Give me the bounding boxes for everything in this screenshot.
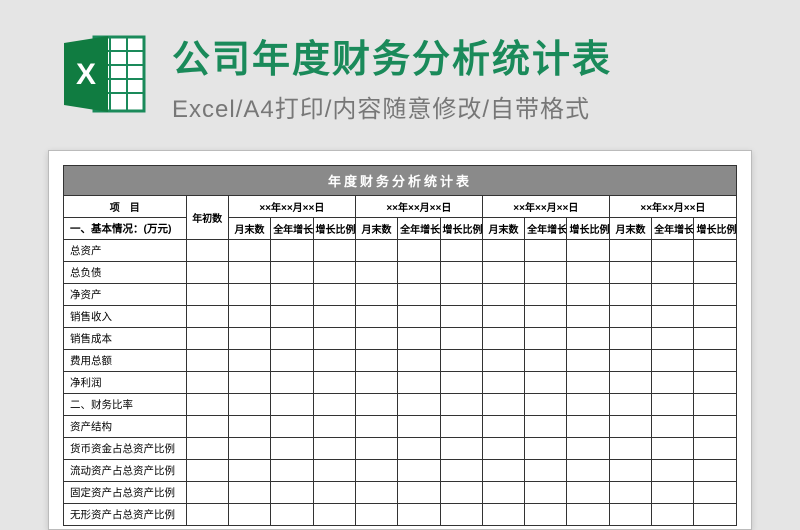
col-growth-4: 增长比例 bbox=[694, 218, 737, 240]
table-row: 净资产 bbox=[64, 284, 737, 306]
row-label: 净利润 bbox=[64, 372, 187, 394]
excel-icon: X bbox=[60, 29, 150, 124]
col-period-4: ××年××月××日 bbox=[609, 196, 736, 218]
col-yearinc-1: 全年增长额 bbox=[271, 218, 313, 240]
row-label: 流动资产占总资产比例 bbox=[64, 460, 187, 482]
main-title: 公司年度财务分析统计表 bbox=[172, 28, 612, 83]
table-row: 销售收入 bbox=[64, 306, 737, 328]
row-label: 净资产 bbox=[64, 284, 187, 306]
col-year-start: 年初数 bbox=[186, 196, 228, 240]
row-label: 二、财务比率 bbox=[64, 394, 187, 416]
col-yearinc-4: 全年增长额 bbox=[652, 218, 694, 240]
table-row: 总负债 bbox=[64, 262, 737, 284]
table-row: 费用总额 bbox=[64, 350, 737, 372]
spreadsheet-preview: 年度财务分析统计表 项 目 年初数 ××年××月××日 ××年××月××日 ××… bbox=[48, 150, 752, 530]
col-growth-1: 增长比例 bbox=[313, 218, 355, 240]
row-label: 总资产 bbox=[64, 240, 187, 262]
table-row: 固定资产占总资产比例 bbox=[64, 482, 737, 504]
col-growth-3: 增长比例 bbox=[567, 218, 609, 240]
col-growth-2: 增长比例 bbox=[440, 218, 482, 240]
table-row: 二、财务比率 bbox=[64, 394, 737, 416]
row-label: 总负债 bbox=[64, 262, 187, 284]
col-yearinc-2: 全年增长额 bbox=[398, 218, 440, 240]
col-project: 项 目 bbox=[64, 196, 187, 218]
col-monthend-2: 月末数 bbox=[355, 218, 397, 240]
title-block: 公司年度财务分析统计表 Excel/A4打印/内容随意修改/自带格式 bbox=[172, 28, 612, 124]
col-monthend-1: 月末数 bbox=[228, 218, 270, 240]
col-period-1: ××年××月××日 bbox=[228, 196, 355, 218]
table-body: 总资产 总负债 净资产 销售收入 销售成本 费用总额 净利润 二、财务比率 资产… bbox=[64, 240, 737, 526]
row-basic-info: 一、基本情况：(万元) bbox=[64, 218, 187, 240]
row-label: 无形资产占总资产比例 bbox=[64, 504, 187, 526]
row-label: 固定资产占总资产比例 bbox=[64, 482, 187, 504]
table-row: 流动资产占总资产比例 bbox=[64, 460, 737, 482]
col-yearinc-3: 全年增长额 bbox=[525, 218, 567, 240]
row-label: 销售成本 bbox=[64, 328, 187, 350]
table-row: 总资产 bbox=[64, 240, 737, 262]
row-label: 费用总额 bbox=[64, 350, 187, 372]
svg-text:X: X bbox=[76, 58, 96, 91]
table-row: 无形资产占总资产比例 bbox=[64, 504, 737, 526]
table-row: 销售成本 bbox=[64, 328, 737, 350]
col-monthend-3: 月末数 bbox=[482, 218, 524, 240]
header: X 公司年度财务分析统计表 Excel/A4打印/内容随意修改/自带格式 bbox=[0, 0, 800, 142]
table-title: 年度财务分析统计表 bbox=[64, 166, 737, 196]
col-period-2: ××年××月××日 bbox=[355, 196, 482, 218]
row-label: 资产结构 bbox=[64, 416, 187, 438]
financial-table: 年度财务分析统计表 项 目 年初数 ××年××月××日 ××年××月××日 ××… bbox=[63, 165, 737, 526]
table-row: 净利润 bbox=[64, 372, 737, 394]
subtitle: Excel/A4打印/内容随意修改/自带格式 bbox=[172, 89, 612, 124]
row-label: 销售收入 bbox=[64, 306, 187, 328]
table-row: 资产结构 bbox=[64, 416, 737, 438]
row-label: 货币资金占总资产比例 bbox=[64, 438, 187, 460]
table-row: 货币资金占总资产比例 bbox=[64, 438, 737, 460]
col-period-3: ××年××月××日 bbox=[482, 196, 609, 218]
col-monthend-4: 月末数 bbox=[609, 218, 651, 240]
